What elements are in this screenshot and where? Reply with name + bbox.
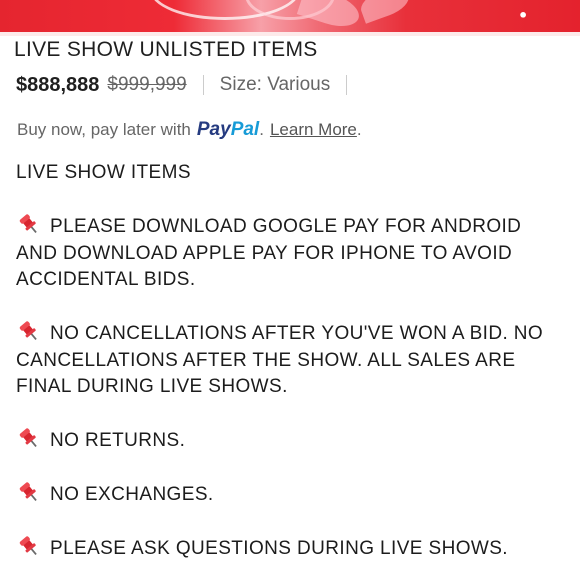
description-item: NO RETURNS. — [16, 427, 566, 455]
original-price: $999,999 — [107, 74, 187, 95]
pushpin-icon — [16, 535, 42, 557]
pushpin-icon — [16, 427, 42, 449]
description-heading: LIVE SHOW ITEMS — [16, 162, 191, 183]
divider — [346, 75, 348, 95]
description-item: NO EXCHANGES. — [16, 481, 566, 509]
divider — [202, 75, 204, 95]
banner-mark: • — [518, 6, 529, 25]
listing-description: LIVE SHOW ITEMS PLEASE DOWNLOAD GOOGLE P… — [16, 160, 566, 563]
banner-petal-decoration — [357, 0, 413, 24]
banner-petal-decoration — [296, 0, 364, 33]
description-item: PLEASE DOWNLOAD GOOGLE PAY FOR ANDROID A… — [16, 213, 566, 294]
paypal-logo: PayPal — [196, 119, 260, 140]
listing-price: $888,888 — [16, 73, 100, 96]
paypal-period: . — [259, 120, 264, 139]
description-item: PLEASE ASK QUESTIONS DURING LIVE SHOWS. — [16, 535, 566, 563]
pushpin-icon — [16, 320, 42, 342]
size-label: Size: Various — [219, 74, 331, 95]
pushpin-icon — [16, 481, 42, 503]
paypal-promo: Buy now, pay later with PayPal . Learn M… — [17, 119, 362, 141]
listing-title: LIVE SHOW UNLISTED ITEMS — [14, 38, 318, 61]
learn-more-link[interactable]: Learn More — [270, 120, 357, 140]
description-item: NO CANCELLATIONS AFTER YOU'VE WON A BID.… — [16, 320, 566, 401]
pushpin-icon — [16, 213, 42, 235]
paypal-prefix: Buy now, pay later with — [17, 120, 191, 139]
price-row: $888,888 $999,999 Size: Various — [16, 72, 363, 98]
learn-more-period: . — [356, 120, 362, 139]
banner-fade — [0, 32, 580, 36]
header-banner-image: • — [0, 0, 580, 36]
